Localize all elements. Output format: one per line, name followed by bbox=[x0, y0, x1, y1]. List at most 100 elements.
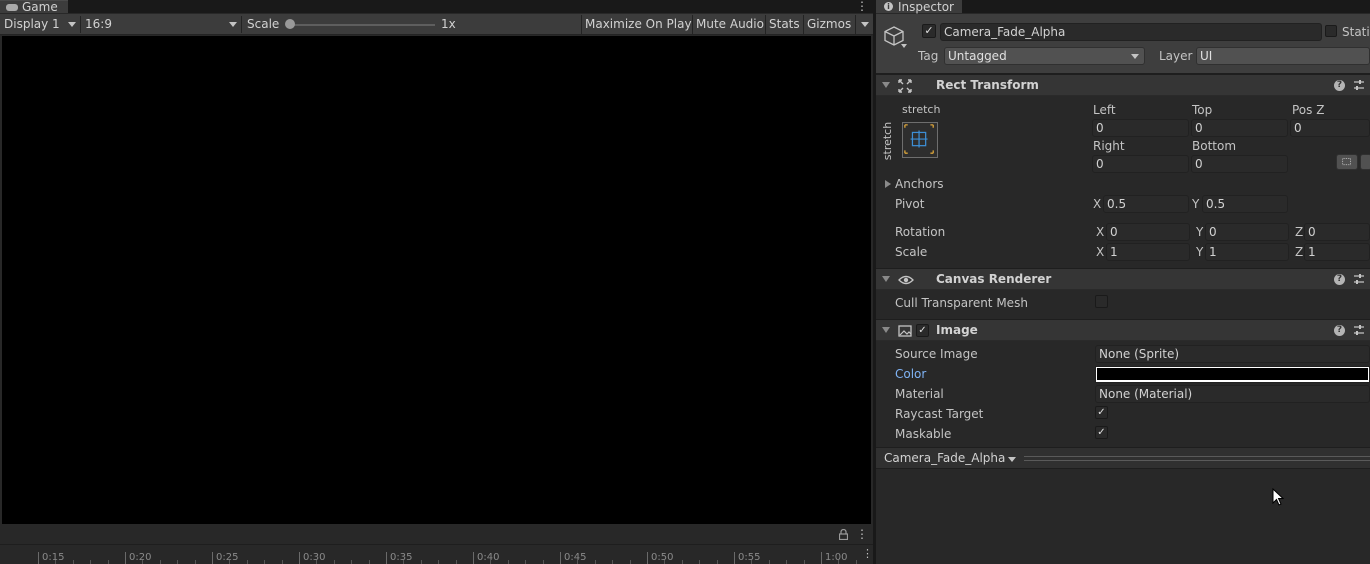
timeline-minor-tick bbox=[264, 560, 266, 564]
chevron-down-icon[interactable] bbox=[1008, 457, 1016, 462]
tab-inspector[interactable]: i Inspector bbox=[876, 0, 962, 13]
scale-slider-track[interactable] bbox=[287, 24, 435, 26]
scale-slider-handle[interactable] bbox=[285, 19, 295, 29]
gizmos-dropdown[interactable] bbox=[855, 15, 873, 34]
foldout-arrow-icon[interactable] bbox=[882, 82, 890, 88]
canvas-renderer-header[interactable]: Canvas Renderer ? bbox=[876, 268, 1370, 290]
pivot-x-label: X bbox=[1093, 197, 1102, 211]
rotation-y-label: Y bbox=[1196, 225, 1204, 239]
pivot-x-field[interactable]: 0.5 bbox=[1103, 195, 1189, 213]
help-icon[interactable]: ? bbox=[1334, 274, 1345, 285]
chevron-down-icon[interactable] bbox=[901, 44, 907, 48]
material-field[interactable]: None (Material) bbox=[1095, 385, 1370, 403]
layer-dropdown[interactable]: UI bbox=[1196, 47, 1370, 65]
rotation-x-field[interactable]: 0 bbox=[1106, 223, 1190, 241]
right-field[interactable]: 0 bbox=[1092, 155, 1189, 173]
settings-sliders-icon[interactable] bbox=[1353, 324, 1365, 336]
rotation-y-field[interactable]: 0 bbox=[1205, 223, 1289, 241]
timeline-minor-tick bbox=[438, 560, 440, 564]
timeline-tick-label: 0:40 bbox=[473, 552, 499, 564]
timeline-minor-tick bbox=[72, 560, 74, 564]
timeline-minor-tick bbox=[90, 560, 92, 564]
cull-transparent-mesh-checkbox[interactable] bbox=[1095, 295, 1108, 308]
scale-y-field[interactable]: 1 bbox=[1205, 243, 1289, 261]
tab-game[interactable]: Game bbox=[0, 0, 68, 13]
timeline-kebab-icon[interactable]: ⋮ bbox=[862, 548, 873, 560]
timeline-tick-label: 0:25 bbox=[212, 552, 238, 564]
top-field[interactable]: 0 bbox=[1191, 119, 1288, 137]
scale-value: 1x bbox=[441, 17, 456, 31]
timeline-minor-tick bbox=[159, 560, 161, 564]
inspector-tab-bar: i Inspector bbox=[876, 0, 1370, 13]
rect-transform-icon bbox=[898, 79, 912, 93]
scale-label: Scale bbox=[247, 17, 280, 31]
help-icon[interactable]: ? bbox=[1334, 80, 1345, 91]
aspect-dropdown[interactable]: 16:9 bbox=[81, 15, 241, 34]
raycast-target-checkbox[interactable]: ✓ bbox=[1095, 406, 1108, 419]
posz-label: Pos Z bbox=[1292, 103, 1325, 117]
gizmos-button[interactable]: Gizmos bbox=[803, 15, 854, 34]
timeline-ruler[interactable]: 0:15 0:20 0:25 0:30 0:35 0:40 0:45 0:50 0:55 1:00 bbox=[0, 544, 892, 564]
foldout-arrow-icon[interactable] bbox=[882, 327, 890, 333]
timeline-minor-tick bbox=[803, 560, 805, 564]
timeline-tick-label: 0:20 bbox=[125, 552, 151, 564]
left-field[interactable]: 0 bbox=[1092, 119, 1189, 137]
tag-dropdown-value: Untagged bbox=[948, 49, 1007, 63]
scale-y-label: Y bbox=[1196, 245, 1204, 259]
mute-audio-button[interactable]: Mute Audio bbox=[692, 15, 767, 34]
color-picker-field[interactable] bbox=[1095, 366, 1370, 383]
image-icon bbox=[898, 325, 912, 337]
pivot-y-field[interactable]: 0.5 bbox=[1202, 195, 1288, 213]
timeline-menu-kebab-icon[interactable]: ⋮ bbox=[856, 528, 868, 540]
stats-button[interactable]: Stats bbox=[765, 15, 803, 34]
posz-field[interactable]: 0 bbox=[1290, 119, 1370, 137]
anchors-foldout-icon[interactable] bbox=[885, 180, 891, 188]
timeline-minor-tick bbox=[855, 560, 857, 564]
anchor-stretch-horizontal-label: stretch bbox=[902, 103, 941, 116]
chevron-down-icon bbox=[229, 22, 237, 27]
cull-transparent-mesh-label: Cull Transparent Mesh bbox=[895, 296, 1028, 310]
toolbar-divider bbox=[241, 16, 242, 33]
top-label: Top bbox=[1192, 103, 1213, 117]
timeline-minor-tick bbox=[594, 560, 596, 564]
help-icon[interactable]: ? bbox=[1334, 325, 1345, 336]
image-enabled-checkbox[interactable]: ✓ bbox=[916, 324, 929, 337]
rotation-z-field[interactable]: 0 bbox=[1304, 223, 1370, 241]
source-image-field[interactable]: None (Sprite) bbox=[1095, 345, 1370, 363]
maximize-on-play-button[interactable]: Maximize On Play bbox=[581, 15, 695, 34]
foldout-arrow-icon[interactable] bbox=[882, 276, 890, 282]
timeline-tick-label: 1:00 bbox=[821, 552, 847, 564]
game-viewport[interactable] bbox=[2, 36, 871, 524]
rect-transform-header[interactable]: Rect Transform ? bbox=[876, 74, 1370, 96]
preview-bar[interactable]: Camera_Fade_Alpha bbox=[876, 447, 1370, 469]
anchor-presets-button[interactable] bbox=[902, 122, 938, 158]
timeline-minor-tick bbox=[403, 560, 405, 564]
scale-x-field[interactable]: 1 bbox=[1106, 243, 1190, 261]
maskable-checkbox[interactable]: ✓ bbox=[1095, 426, 1108, 439]
settings-sliders-icon[interactable] bbox=[1353, 273, 1365, 285]
preview-resize-grip[interactable] bbox=[1024, 456, 1370, 461]
lock-icon[interactable] bbox=[839, 529, 848, 540]
source-image-label: Source Image bbox=[895, 347, 978, 361]
image-component-header[interactable]: ✓ Image ? bbox=[876, 319, 1370, 341]
settings-sliders-icon[interactable] bbox=[1353, 79, 1365, 91]
static-checkbox[interactable] bbox=[1325, 25, 1337, 37]
bottom-field[interactable]: 0 bbox=[1191, 155, 1288, 173]
left-label: Left bbox=[1093, 103, 1116, 117]
preview-object-name[interactable]: Camera_Fade_Alpha bbox=[884, 450, 1005, 467]
rotation-label: Rotation bbox=[895, 225, 946, 239]
rect-transform-title: Rect Transform bbox=[936, 78, 1039, 92]
game-menu-kebab-icon[interactable]: ⋮ bbox=[856, 0, 868, 12]
scale-z-field[interactable]: 1 bbox=[1304, 243, 1370, 261]
anchors-label[interactable]: Anchors bbox=[895, 176, 944, 192]
object-name-field[interactable]: Camera_Fade_Alpha bbox=[940, 23, 1322, 41]
tag-dropdown[interactable]: Untagged bbox=[944, 47, 1145, 65]
raycast-target-label: Raycast Target bbox=[895, 407, 984, 421]
rotation-z-label: Z bbox=[1295, 225, 1304, 239]
timeline-minor-tick bbox=[368, 560, 370, 564]
raw-edit-button[interactable] bbox=[1360, 154, 1370, 170]
active-checkbox[interactable]: ✓ bbox=[922, 24, 936, 38]
scale-label: Scale bbox=[895, 245, 928, 259]
blueprint-mode-button[interactable] bbox=[1336, 154, 1358, 170]
display-dropdown[interactable]: Display 1 bbox=[0, 15, 80, 34]
